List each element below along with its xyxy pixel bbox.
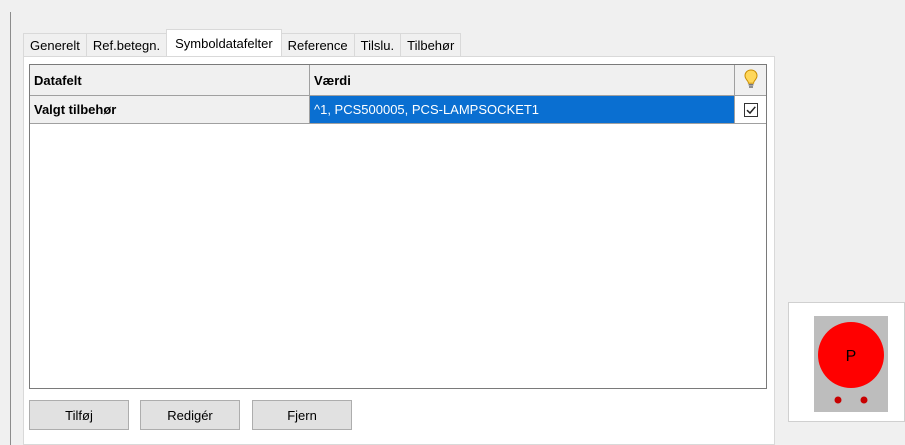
- symbol-letter: P: [846, 348, 857, 365]
- table-row[interactable]: Valgt tilbehør ^1, PCS500005, PCS-LAMPSO…: [30, 96, 766, 124]
- tab-reference[interactable]: Reference: [280, 33, 355, 56]
- datafields-grid: Datafelt Værdi Valgt tilbehør ^1, PCS500…: [29, 64, 767, 389]
- tab-ref-betegn[interactable]: Ref.betegn.: [85, 33, 168, 56]
- column-header-datafelt[interactable]: Datafelt: [30, 65, 310, 95]
- remove-button[interactable]: Fjern: [252, 400, 352, 430]
- row-value-cell[interactable]: ^1, PCS500005, PCS-LAMPSOCKET1: [310, 96, 735, 123]
- grid-header: Datafelt Værdi: [30, 65, 766, 96]
- lightbulb-icon: [743, 68, 758, 92]
- tab-generelt[interactable]: Generelt: [23, 33, 87, 56]
- lampsocket-symbol: P: [818, 322, 884, 404]
- row-checkbox-cell[interactable]: [735, 96, 766, 123]
- tab-tilbehor[interactable]: Tilbehør: [400, 33, 462, 56]
- tab-symboldatafelter[interactable]: Symboldatafelter: [166, 29, 282, 56]
- symbol-preview: P: [788, 302, 905, 422]
- left-divider: [10, 12, 11, 445]
- symbol-background: P: [814, 316, 888, 412]
- tab-strip: Generelt Ref.betegn. Symboldatafelter Re…: [23, 29, 462, 56]
- column-header-flag[interactable]: [735, 65, 766, 95]
- checkmark-icon: [745, 105, 756, 114]
- add-button[interactable]: Tilføj: [29, 400, 129, 430]
- connection-point-right: [860, 396, 868, 404]
- column-header-vaerdi[interactable]: Værdi: [310, 65, 735, 95]
- connection-point-left: [834, 396, 842, 404]
- row-field-name: Valgt tilbehør: [30, 96, 310, 123]
- tab-tilslu[interactable]: Tilslu.: [353, 33, 402, 56]
- row-checkbox[interactable]: [743, 102, 758, 117]
- edit-button[interactable]: Redigér: [140, 400, 240, 430]
